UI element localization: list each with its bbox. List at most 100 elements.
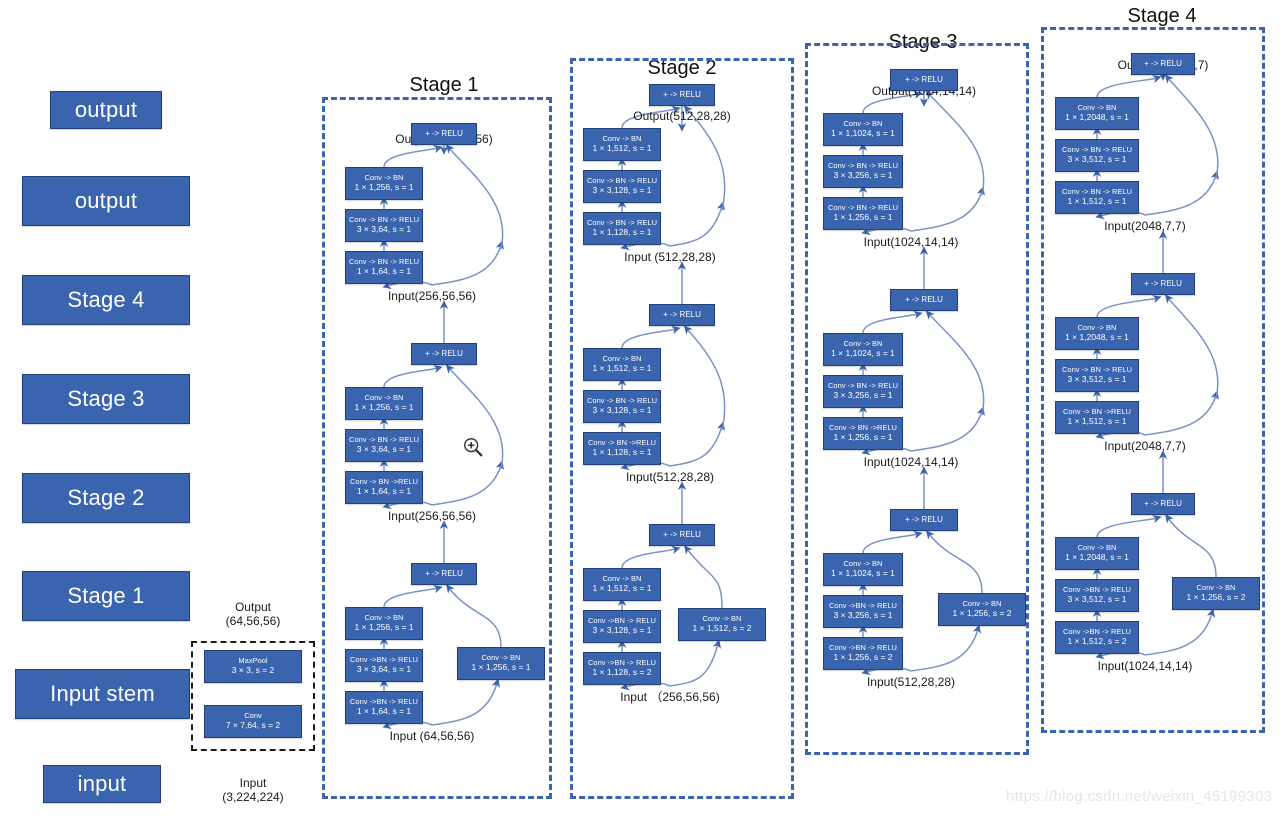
conv-block-s3-b1-3[interactable]: Conv -> BN -> RELU 1 × 1,256, s = 1 [823, 197, 903, 230]
shortcut-conv-block-s3-b3[interactable]: Conv -> BN 1 × 1,256, s = 2 [938, 593, 1026, 626]
overview-block-label: Input stem [50, 681, 155, 707]
block-line-2: 3 × 3, s = 2 [231, 664, 275, 675]
conv-block-s4-b1-3[interactable]: Conv -> BN -> RELU 1 × 1,512, s = 1 [1055, 181, 1139, 214]
shortcut-conv-block-s4-b3[interactable]: Conv -> BN 1 × 1,256, s = 2 [1172, 577, 1260, 610]
stage-output-label-2: Output(512,28,28) [633, 109, 731, 123]
add-relu-block-s3-b1[interactable]: + -> RELU [890, 69, 958, 91]
input-stem-conv-block[interactable]: Conv 7 × 7,64, s = 2 [204, 705, 302, 738]
add-relu-label: + -> RELU [663, 90, 701, 100]
block-line-2: 1 × 1,1024, s = 1 [831, 127, 895, 138]
add-relu-block-s3-b3[interactable]: + -> RELU [890, 509, 958, 531]
conv-block-s3-b2-2[interactable]: Conv -> BN -> RELU 3 × 3,256, s = 1 [823, 375, 903, 408]
block-line-2: 3 × 3,256, s = 1 [833, 609, 893, 620]
add-relu-block-s4-b3[interactable]: + -> RELU [1131, 493, 1195, 515]
conv-block-s2-b1-3[interactable]: Conv -> BN -> RELU 1 × 1,128, s = 1 [583, 212, 661, 245]
block-line-2: 1 × 1,128, s = 2 [592, 666, 652, 677]
diagram-canvas: output output Stage 4 Stage 3 Stage 2 St… [0, 0, 1287, 816]
block-line-2: 1 × 1,512, s = 1 [592, 582, 652, 593]
conv-block-s4-b2-1[interactable]: Conv -> BN 1 × 1,2048, s = 1 [1055, 317, 1139, 350]
block-line-2: 1 × 1,64, s = 1 [356, 265, 412, 276]
block-io-label-s3-b2: Input(1024,14,14) [863, 455, 959, 469]
block-line-2: 1 × 1,256, s = 1 [354, 181, 414, 192]
block-line-2: 3 × 3,128, s = 1 [592, 624, 652, 635]
block-line-2: 1 × 1,1024, s = 1 [831, 347, 895, 358]
overview-block-input[interactable]: input [43, 765, 161, 803]
watermark: https://blog.csdn.net/weixin_45199303 [1006, 788, 1273, 805]
conv-block-s1-b3-1[interactable]: Conv -> BN 1 × 1,256, s = 1 [345, 607, 423, 640]
conv-block-s4-b1-2[interactable]: Conv -> BN -> RELU 3 × 3,512, s = 1 [1055, 139, 1139, 172]
conv-block-s2-b3-2[interactable]: Conv ->BN -> RELU 3 × 3,128, s = 1 [583, 610, 661, 643]
block-line-2: 1 × 1,512, s = 1 [1067, 195, 1127, 206]
block-io-label-s1-b2: Input(256,56,56) [387, 509, 477, 523]
conv-block-s2-b1-2[interactable]: Conv -> BN -> RELU 3 × 3,128, s = 1 [583, 170, 661, 203]
overview-block-stage-2[interactable]: Stage 2 [22, 473, 190, 523]
conv-block-s3-b3-1[interactable]: Conv -> BN 1 × 1,1024, s = 1 [823, 553, 903, 586]
overview-block-stage-1[interactable]: Stage 1 [22, 571, 190, 621]
overview-block-stage-4[interactable]: Stage 4 [22, 275, 190, 325]
add-relu-block-s1-b1[interactable]: + -> RELU [411, 123, 477, 145]
block-io-label-s3-b1: Input(1024,14,14) [863, 235, 959, 249]
overview-block-label: output [74, 97, 138, 123]
conv-block-s2-b2-1[interactable]: Conv -> BN 1 × 1,512, s = 1 [583, 348, 661, 381]
conv-block-s1-b3-2[interactable]: Conv ->BN -> RELU 3 × 3,64, s = 1 [345, 649, 423, 682]
shortcut-conv-block-s2-b3[interactable]: Conv -> BN 1 × 1,512, s = 2 [678, 608, 766, 641]
block-line-2: 3 × 3,256, s = 1 [833, 169, 893, 180]
conv-block-s2-b2-3[interactable]: Conv -> BN ->RELU 1 × 1,128, s = 1 [583, 432, 661, 465]
conv-block-s3-b2-3[interactable]: Conv -> BN ->RELU 1 × 1,256, s = 1 [823, 417, 903, 450]
add-relu-block-s2-b3[interactable]: + -> RELU [649, 524, 715, 546]
conv-block-s1-b3-3[interactable]: Conv ->BN -> RELU 1 × 1,64, s = 1 [345, 691, 423, 724]
conv-block-s1-b1-3[interactable]: Conv -> BN -> RELU 1 × 1,64, s = 1 [345, 251, 423, 284]
conv-block-s3-b2-1[interactable]: Conv -> BN 1 × 1,1024, s = 1 [823, 333, 903, 366]
block-io-label-s1-b1: Input(256,56,56) [387, 289, 477, 303]
add-relu-block-s3-b2[interactable]: + -> RELU [890, 289, 958, 311]
add-relu-label: + -> RELU [905, 515, 943, 525]
add-relu-block-s1-b3[interactable]: + -> RELU [411, 563, 477, 585]
shortcut-conv-block-s1-b3[interactable]: Conv -> BN 1 × 1,256, s = 1 [457, 647, 545, 680]
block-line-2: 1 × 1,2048, s = 1 [1065, 111, 1129, 122]
block-line-2: 3 × 3,256, s = 1 [833, 389, 893, 400]
conv-block-s3-b1-2[interactable]: Conv -> BN -> RELU 3 × 3,256, s = 1 [823, 155, 903, 188]
overview-block-input-stem[interactable]: Input stem [15, 669, 190, 719]
conv-block-s4-b3-2[interactable]: Conv ->BN -> RELU 3 × 3,512, s = 1 [1055, 579, 1139, 612]
input-stem-maxpool-block[interactable]: MaxPool 3 × 3, s = 2 [204, 650, 302, 683]
block-io-label-s2-b3: Input （256,56,56) [620, 690, 720, 704]
conv-block-s4-b2-3[interactable]: Conv -> BN ->RELU 1 × 1,512, s = 1 [1055, 401, 1139, 434]
conv-block-s4-b2-2[interactable]: Conv -> BN -> RELU 3 × 3,512, s = 1 [1055, 359, 1139, 392]
block-line-2: 1 × 1,64, s = 1 [356, 705, 412, 716]
conv-block-s2-b1-1[interactable]: Conv -> BN 1 × 1,512, s = 1 [583, 128, 661, 161]
add-relu-block-s1-b2[interactable]: + -> RELU [411, 343, 477, 365]
conv-block-s3-b3-3[interactable]: Conv ->BN -> RELU 1 × 1,256, s = 2 [823, 637, 903, 670]
conv-block-s1-b1-2[interactable]: Conv -> BN -> RELU 3 × 3,64, s = 1 [345, 209, 423, 242]
block-line-2: 1 × 1,256, s = 1 [354, 621, 414, 632]
conv-block-s4-b3-3[interactable]: Conv ->BN -> RELU 1 × 1,512, s = 2 [1055, 621, 1139, 654]
block-io-label-s1-b3: Input (64,56,56) [389, 729, 475, 743]
conv-block-s2-b3-1[interactable]: Conv -> BN 1 × 1,512, s = 1 [583, 568, 661, 601]
add-relu-block-s2-b1[interactable]: + -> RELU [649, 84, 715, 106]
conv-block-s1-b2-3[interactable]: Conv -> BN ->RELU 1 × 1,64, s = 1 [345, 471, 423, 504]
conv-block-s4-b1-1[interactable]: Conv -> BN 1 × 1,2048, s = 1 [1055, 97, 1139, 130]
stage-title-1: Stage 1 [409, 74, 479, 96]
conv-block-s1-b1-1[interactable]: Conv -> BN 1 × 1,256, s = 1 [345, 167, 423, 200]
conv-block-s2-b2-2[interactable]: Conv -> BN -> RELU 3 × 3,128, s = 1 [583, 390, 661, 423]
overview-block-stage-3[interactable]: Stage 3 [22, 374, 190, 424]
overview-block-output[interactable]: output [22, 176, 190, 226]
block-line-2: 1 × 1,2048, s = 1 [1065, 551, 1129, 562]
conv-block-s1-b2-1[interactable]: Conv -> BN 1 × 1,256, s = 1 [345, 387, 423, 420]
add-relu-block-s4-b2[interactable]: + -> RELU [1131, 273, 1195, 295]
block-io-label-s2-b2: Input(512,28,28) [625, 470, 715, 484]
block-line-2: 1 × 1,128, s = 1 [592, 226, 652, 237]
input-stem-output-label: Output (64,56,56) [225, 600, 281, 629]
conv-block-s1-b2-2[interactable]: Conv -> BN -> RELU 3 × 3,64, s = 1 [345, 429, 423, 462]
block-line-2: 1 × 1,2048, s = 1 [1065, 331, 1129, 342]
block-io-label-s4-b3: Input(1024,14,14) [1097, 659, 1193, 673]
add-relu-block-s4-b1[interactable]: + -> RELU [1131, 53, 1195, 75]
conv-block-s3-b3-2[interactable]: Conv ->BN -> RELU 3 × 3,256, s = 1 [823, 595, 903, 628]
conv-block-s3-b1-1[interactable]: Conv -> BN 1 × 1,1024, s = 1 [823, 113, 903, 146]
conv-block-s2-b3-3[interactable]: Conv ->BN -> RELU 1 × 1,128, s = 2 [583, 652, 661, 685]
overview-block-output-top[interactable]: output [50, 91, 162, 129]
add-relu-label: + -> RELU [425, 349, 463, 359]
block-line-2: 1 × 1,512, s = 2 [1067, 635, 1127, 646]
add-relu-label: + -> RELU [663, 530, 701, 540]
add-relu-block-s2-b2[interactable]: + -> RELU [649, 304, 715, 326]
conv-block-s4-b3-1[interactable]: Conv -> BN 1 × 1,2048, s = 1 [1055, 537, 1139, 570]
